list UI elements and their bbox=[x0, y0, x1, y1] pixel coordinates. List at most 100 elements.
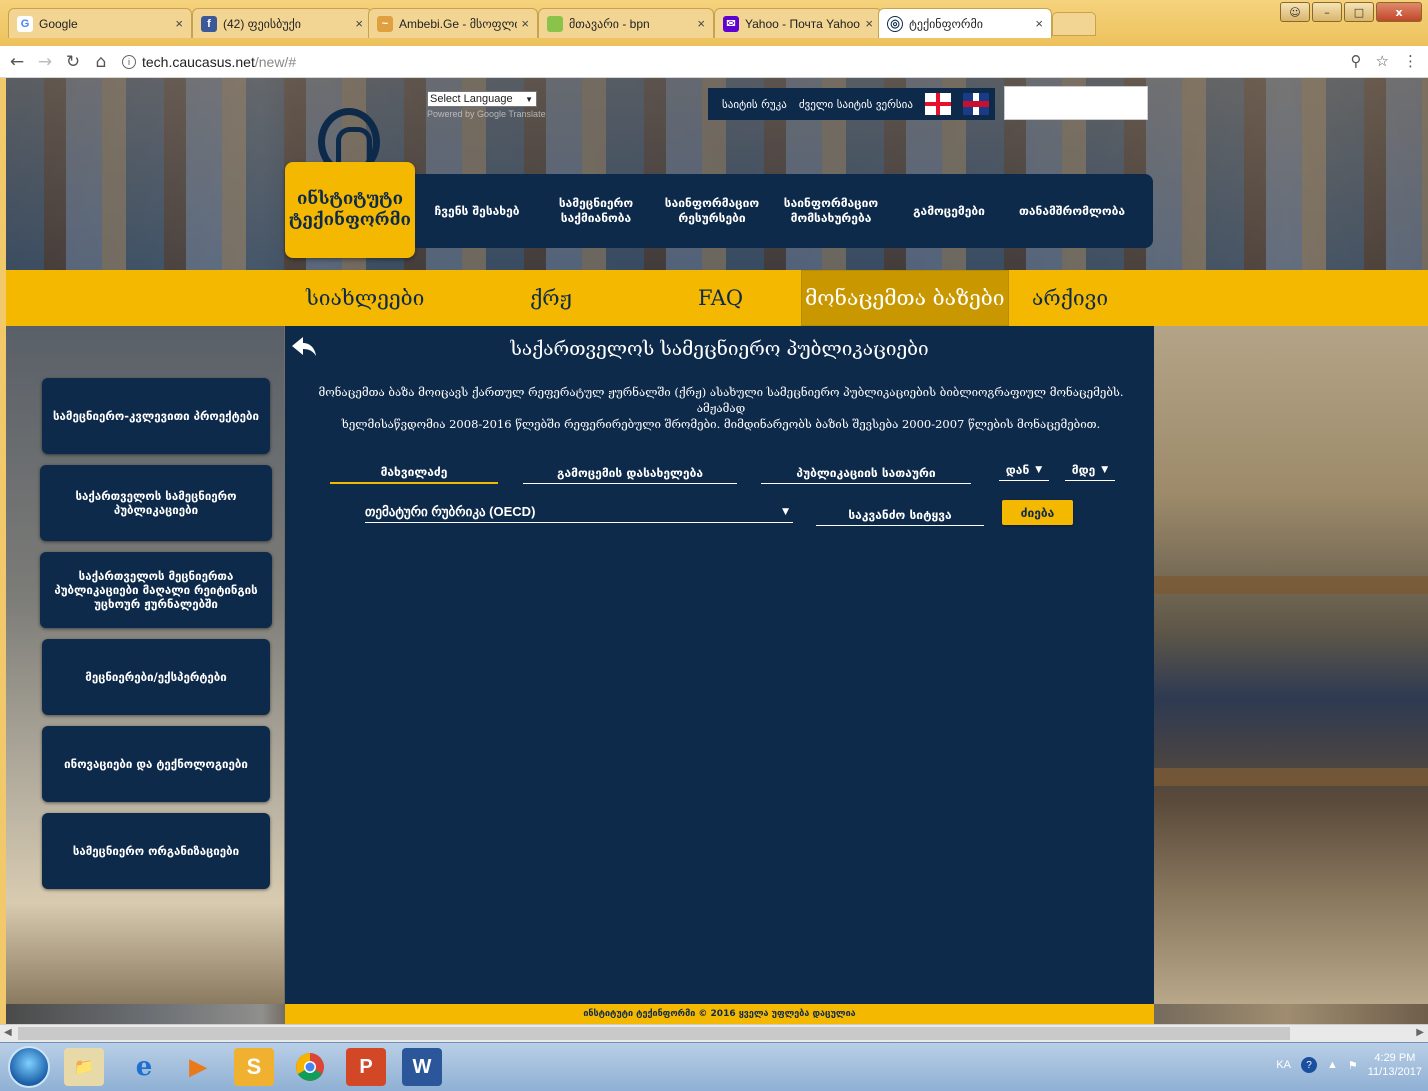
tray-arrow-icon[interactable]: ▲ bbox=[1327, 1059, 1338, 1071]
year-from-select[interactable]: დან ▼ bbox=[999, 459, 1049, 481]
scroll-left-icon[interactable]: ◀ bbox=[4, 1027, 12, 1038]
subnav-databases[interactable]: მონაცემთა ბაზები bbox=[801, 270, 1009, 326]
star-icon[interactable]: ☆ bbox=[1376, 52, 1389, 70]
sidebar-item-label: საქართველოს სამეცნიერო პუბლიკაციები bbox=[75, 489, 237, 517]
powerpoint-icon[interactable]: P bbox=[346, 1048, 386, 1086]
search-button[interactable]: ძიება bbox=[1002, 500, 1073, 525]
nav-cooperation[interactable]: თანამშრომლობა bbox=[1007, 204, 1137, 219]
sidebar-item-high-rating-journals[interactable]: საქართველოს მეცნიერთა პუბლიკაციები მაღალ… bbox=[40, 552, 272, 628]
back-icon[interactable]: ← bbox=[6, 52, 28, 72]
help-icon[interactable]: ? bbox=[1300, 1057, 1317, 1073]
flag-icon[interactable]: ⚑ bbox=[1348, 1059, 1358, 1072]
keyword-input[interactable]: საკვანძო სიტყვა bbox=[816, 504, 984, 526]
nav-info-services[interactable]: საინფორმაციო მომსახურება bbox=[771, 196, 891, 226]
nav-label: საინფორმაციო bbox=[664, 196, 760, 210]
mail-favicon-icon: ✉ bbox=[723, 15, 739, 32]
chevron-down-icon: ▼ bbox=[1101, 464, 1109, 475]
subnav-label: სიახლეები bbox=[306, 286, 425, 310]
horizontal-scrollbar[interactable]: ◀ ▶ bbox=[0, 1024, 1428, 1042]
old-site-link[interactable]: ძველი საიტის ვერსია bbox=[799, 98, 913, 111]
nav-publications[interactable]: გამოცემები bbox=[891, 204, 1007, 219]
web-page: ინსტიტუტი ტექინფორმი Select Language ▼ P… bbox=[6, 78, 1428, 1024]
tab-facebook[interactable]: f (42) ფეისბუქი × bbox=[192, 8, 372, 38]
nav-info-resources[interactable]: საინფორმაციო რესურსები bbox=[653, 196, 771, 226]
georgian-flag-icon[interactable] bbox=[924, 93, 951, 115]
nav-scientific-activity[interactable]: სამეცნიერო საქმიანობა bbox=[539, 196, 653, 226]
google-translate-credit: Powered by Google Translate bbox=[427, 109, 546, 119]
subnav-label: არქივი bbox=[1032, 286, 1109, 310]
sitemap-link[interactable]: საიტის რუკა bbox=[722, 98, 787, 111]
user-icon[interactable]: ☺ bbox=[1280, 2, 1310, 22]
menu-icon[interactable]: ⋮ bbox=[1403, 52, 1418, 70]
tab-label: Ambebi.Ge - მსოფლიო bbox=[399, 16, 518, 31]
tab-label: (42) ფეისბუქი bbox=[223, 16, 301, 31]
sidebar-item-scientific-publications[interactable]: საქართველოს სამეცნიერო პუბლიკაციები bbox=[40, 465, 272, 541]
url-field[interactable]: i tech.caucasus.net/new/# bbox=[122, 54, 296, 70]
skype-icon[interactable]: S bbox=[234, 1048, 274, 1086]
sidebar-item-research-projects[interactable]: სამეცნიერო-კვლევითი პროექტები bbox=[42, 378, 270, 454]
page-title: საქართველოს სამეცნიერო პუბლიკაციები bbox=[510, 338, 929, 360]
sidebar-item-label: სამეცნიერო ორგანიზაციები bbox=[72, 844, 240, 858]
sidebar-item-scientists-experts[interactable]: მეცნიერები/ექსპერტები bbox=[42, 639, 270, 715]
secondary-navigation: სიახლეები ქრჟ FAQ მონაცემთა ბაზები არქივ… bbox=[6, 270, 1428, 326]
info-icon[interactable]: i bbox=[122, 54, 136, 69]
close-icon[interactable]: × bbox=[175, 16, 183, 31]
close-icon[interactable]: × bbox=[865, 16, 873, 31]
language-indicator[interactable]: KA bbox=[1276, 1059, 1291, 1071]
publication-name-input[interactable]: გამოცემის დასახელება bbox=[523, 462, 737, 484]
file-explorer-icon[interactable]: 📁 bbox=[64, 1048, 104, 1086]
chevron-down-icon: ▼ bbox=[1035, 464, 1043, 475]
system-tray: KA ? ▲ ⚑ 4:29 PM 11/13/2017 bbox=[1276, 1051, 1422, 1079]
author-input-value: მახვილაძე bbox=[380, 465, 448, 479]
minimize-button[interactable]: – bbox=[1312, 2, 1342, 22]
zoom-icon[interactable]: ⚲ bbox=[1351, 52, 1362, 70]
site-logo[interactable]: ინსტიტუტი ტექინფორმი bbox=[285, 162, 415, 258]
site-search-input[interactable] bbox=[1004, 86, 1148, 120]
internet-explorer-icon[interactable]: e bbox=[124, 1048, 164, 1086]
subnav-krj[interactable]: ქრჟ bbox=[530, 270, 572, 326]
techinform-favicon-icon: ◎ bbox=[887, 15, 903, 32]
subnav-label: FAQ bbox=[698, 286, 744, 310]
home-icon[interactable]: ⌂ bbox=[90, 52, 112, 72]
close-icon[interactable]: × bbox=[521, 16, 529, 31]
media-player-icon[interactable]: ▶ bbox=[178, 1048, 218, 1086]
close-icon[interactable]: × bbox=[1035, 16, 1043, 31]
nav-about[interactable]: ჩვენს შესახებ bbox=[415, 204, 539, 219]
subnav-archive[interactable]: არქივი bbox=[1032, 270, 1108, 326]
maximize-button[interactable]: □ bbox=[1344, 2, 1374, 22]
tab-google[interactable]: G Google × bbox=[8, 8, 192, 38]
close-icon[interactable]: × bbox=[697, 16, 705, 31]
tab-techinform[interactable]: ◎ ტექინფორმი × bbox=[878, 8, 1052, 38]
year-to-select[interactable]: მდე ▼ bbox=[1065, 459, 1115, 481]
new-tab-button[interactable] bbox=[1052, 12, 1096, 36]
google-favicon-icon: G bbox=[17, 15, 33, 32]
tab-yahoo-mail[interactable]: ✉ Yahoo - Почта Yahoo × bbox=[714, 8, 882, 38]
scroll-right-icon[interactable]: ▶ bbox=[1416, 1027, 1424, 1038]
oecd-rubric-select[interactable]: თემატური რუბრიკა (OECD) ▼ bbox=[365, 501, 793, 523]
forward-icon[interactable]: → bbox=[34, 52, 56, 72]
author-input[interactable]: მახვილაძე bbox=[330, 462, 498, 484]
site-footer: ინსტიტუტი ტექინფორმი © 2016 ყველა უფლება… bbox=[285, 1004, 1154, 1024]
publication-title-input[interactable]: პუბლიკაციის სათაური bbox=[761, 462, 971, 484]
subnav-news[interactable]: სიახლეები bbox=[306, 270, 424, 326]
language-select[interactable]: Select Language ▼ bbox=[427, 91, 537, 107]
select-value: დან bbox=[1005, 462, 1030, 477]
chrome-icon[interactable] bbox=[290, 1048, 330, 1086]
tab-label: Google bbox=[39, 16, 78, 31]
word-icon[interactable]: W bbox=[402, 1048, 442, 1086]
sidebar-item-innovations[interactable]: ინოვაციები და ტექნოლოგიები bbox=[42, 726, 270, 802]
clock[interactable]: 4:29 PM 11/13/2017 bbox=[1368, 1051, 1422, 1079]
address-bar: ← → ↻ ⌂ i tech.caucasus.net/new/# ⚲ ☆ ⋮ bbox=[0, 46, 1428, 78]
uk-flag-icon[interactable] bbox=[962, 93, 989, 115]
tab-bpn[interactable]: მთავარი - bpn × bbox=[538, 8, 714, 38]
close-window-button[interactable]: x bbox=[1376, 2, 1422, 22]
scrollbar-thumb[interactable] bbox=[18, 1027, 1290, 1040]
subnav-faq[interactable]: FAQ bbox=[698, 270, 743, 326]
close-icon[interactable]: × bbox=[355, 16, 363, 31]
start-button[interactable] bbox=[8, 1046, 50, 1088]
tab-ambebi[interactable]: ~ Ambebi.Ge - მსოფლიო × bbox=[368, 8, 538, 38]
nav-label: თანამშრომლობა bbox=[1018, 203, 1126, 218]
clock-date: 11/13/2017 bbox=[1367, 1066, 1422, 1078]
sidebar-item-organizations[interactable]: სამეცნიერო ორგანიზაციები bbox=[42, 813, 270, 889]
reload-icon[interactable]: ↻ bbox=[62, 52, 84, 72]
